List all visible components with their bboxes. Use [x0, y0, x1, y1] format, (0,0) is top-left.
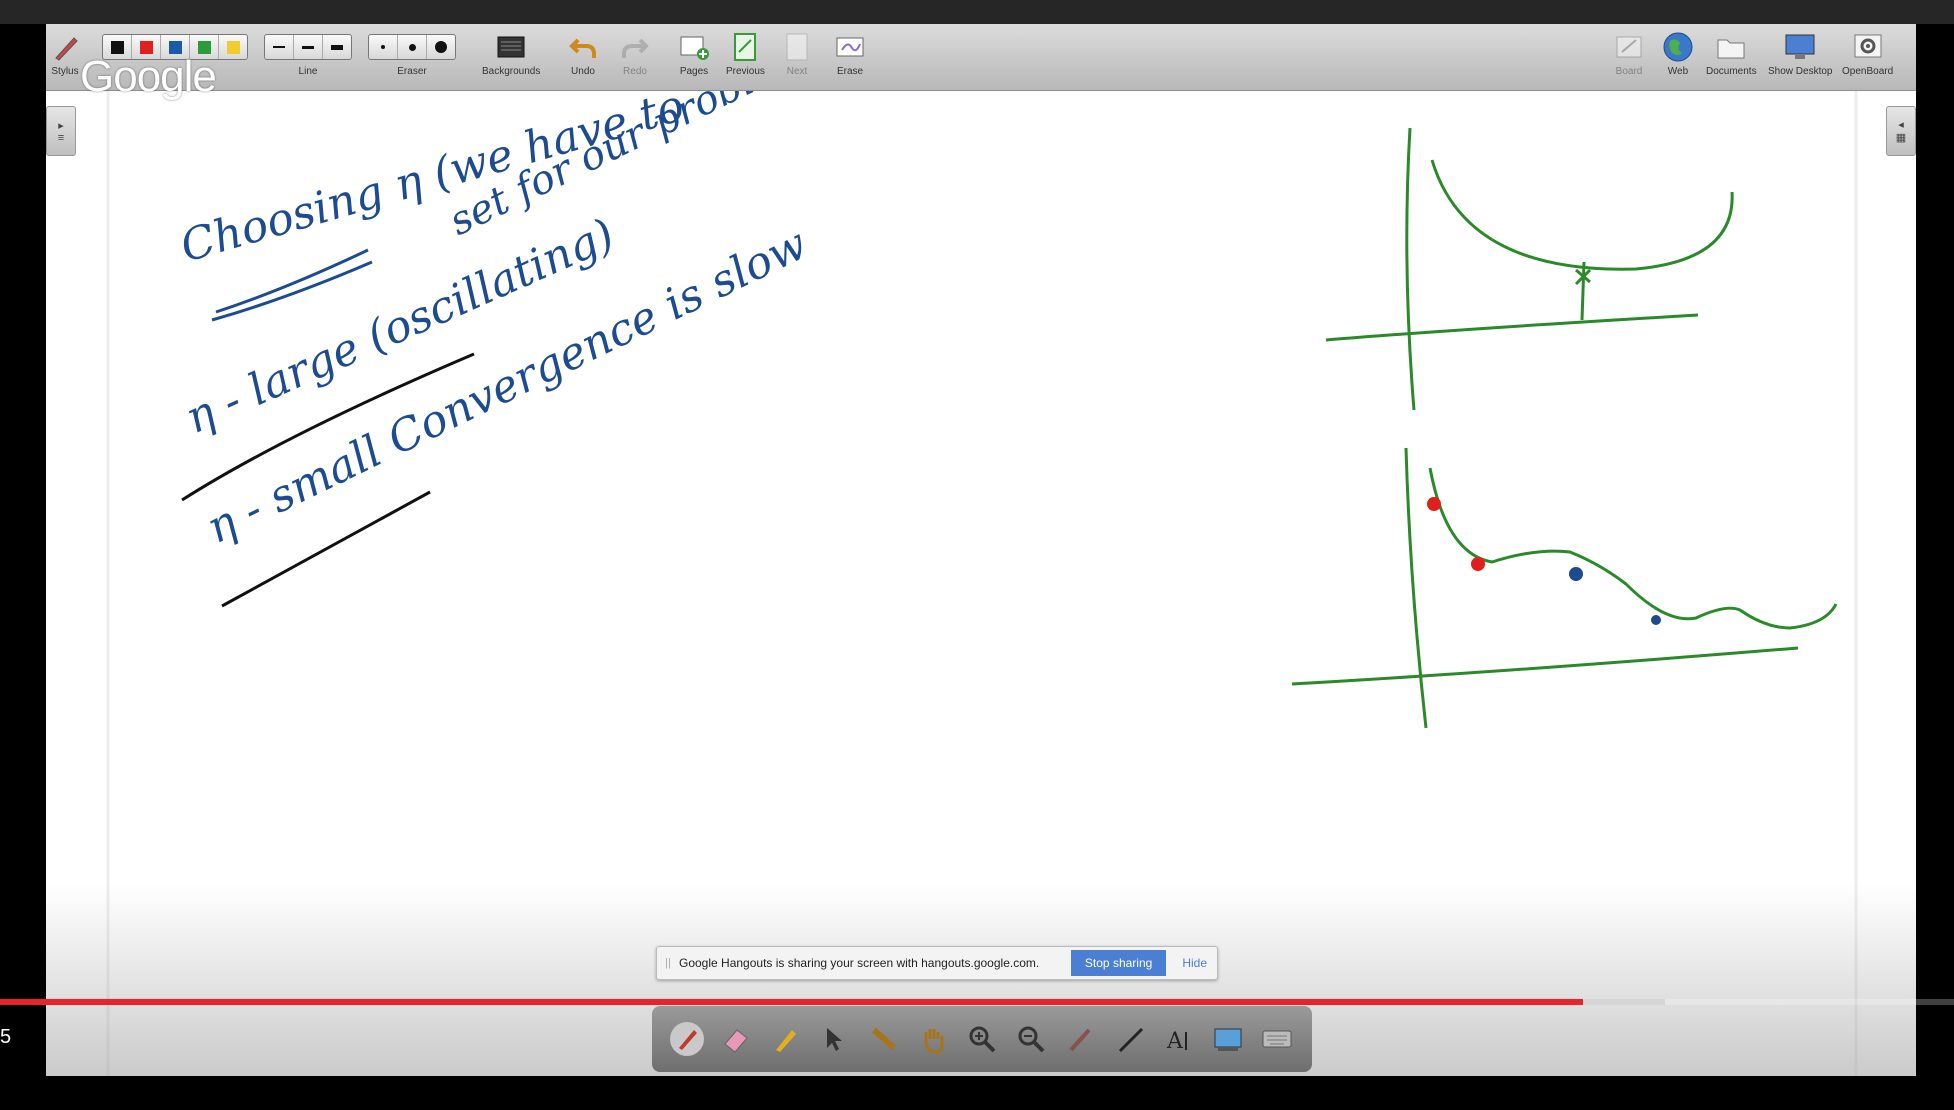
laser-icon [872, 1027, 897, 1051]
hand-tool[interactable] [913, 1019, 953, 1059]
folder-icon [1717, 39, 1745, 59]
eraser-large[interactable] [427, 35, 455, 59]
hide-button[interactable]: Hide [1172, 956, 1217, 970]
desktop-icon [1785, 34, 1815, 59]
pen-icon [669, 1022, 704, 1056]
zoom-out-icon [1018, 1026, 1045, 1053]
erase-icon [836, 37, 864, 57]
backgrounds-icon [497, 36, 525, 58]
previous-page-button[interactable]: Previous [726, 28, 765, 78]
marker-tool[interactable] [765, 1019, 805, 1059]
line-thick[interactable] [323, 35, 351, 59]
library-icon: ▦ [1895, 132, 1907, 144]
zoom-out-tool[interactable] [1011, 1019, 1051, 1059]
eraser-icon [724, 1029, 748, 1053]
openboard-menu-button[interactable]: OpenBoard [1842, 28, 1893, 78]
laser-tool[interactable] [863, 1019, 903, 1059]
line-width-picker[interactable]: Line [264, 28, 352, 78]
web-button[interactable]: Web [1662, 28, 1694, 78]
text-tool[interactable]: A [1159, 1019, 1199, 1059]
svg-text:A: A [1166, 1029, 1184, 1054]
video-progress-bar[interactable] [0, 999, 1954, 1005]
erase-button[interactable]: Erase [834, 28, 866, 78]
eraser-medium[interactable] [398, 35, 427, 59]
board-mode-button[interactable]: Board [1614, 28, 1644, 78]
pages-icon [680, 36, 709, 60]
screen-share-notice: || Google Hangouts is sharing your scree… [656, 946, 1218, 980]
drawing-tools-dock: A [652, 1006, 1312, 1072]
board-icon [1616, 36, 1642, 58]
right-panel-toggle[interactable]: ◂ ▦ [1886, 106, 1916, 156]
color-yellow[interactable] [219, 35, 247, 59]
handwritten-notes: Choosing η (we have to set for our probl… [175, 24, 831, 554]
red-point-1 [1427, 497, 1441, 511]
red-point-2 [1471, 557, 1485, 571]
convex-curve-plot [1325, 127, 1734, 411]
backgrounds-button[interactable]: Backgrounds [482, 28, 540, 78]
line-thin[interactable] [265, 35, 294, 59]
show-desktop-button[interactable]: Show Desktop [1768, 28, 1832, 78]
text-icon: A [1166, 1029, 1187, 1054]
capture-tool[interactable] [1208, 1019, 1248, 1059]
stylus-tool[interactable]: Stylus [50, 28, 80, 78]
keyboard-tool[interactable] [1257, 1019, 1297, 1059]
line-icon [1118, 1027, 1143, 1053]
capture-icon [1214, 1028, 1242, 1051]
openboard-toolbar: Stylus Line Eraser Backgrounds Undo Redo… [46, 24, 1916, 91]
gear-icon [1854, 34, 1882, 58]
played-bar [0, 999, 1583, 1005]
selector-tool[interactable] [814, 1019, 854, 1059]
eraser-tool[interactable] [716, 1019, 756, 1059]
eraser-size-picker[interactable]: Eraser [368, 28, 456, 78]
blue-point-1 [1569, 567, 1583, 581]
pages-button[interactable]: Pages [678, 28, 710, 78]
line-tool[interactable] [1110, 1019, 1150, 1059]
color-picker-tool[interactable] [1060, 1019, 1100, 1059]
stylus-icon [55, 37, 78, 61]
left-panel-toggle[interactable]: ▸ ≡ [46, 106, 76, 156]
zoom-in-tool[interactable] [962, 1019, 1002, 1059]
marker-icon [776, 1030, 797, 1052]
page-list-icon: ≡ [57, 131, 65, 144]
google-watermark: Google [80, 52, 217, 101]
picker-icon [1069, 1028, 1091, 1052]
keyboard-icon [1262, 1030, 1292, 1048]
expand-right-icon: ▸ [58, 119, 64, 132]
pen-tool[interactable] [667, 1019, 707, 1059]
zoom-in-icon [969, 1026, 996, 1053]
drag-handle-icon[interactable]: || [661, 957, 675, 969]
undo-button[interactable]: Undo [568, 28, 598, 78]
nonconvex-curve-plot [1291, 447, 1838, 729]
blue-point-2 [1651, 615, 1661, 625]
eraser-small[interactable] [369, 35, 398, 59]
undo-icon [569, 38, 596, 58]
share-message: Google Hangouts is sharing your screen w… [679, 956, 1040, 970]
line-medium[interactable] [294, 35, 323, 59]
expand-left-icon: ◂ [1898, 119, 1904, 131]
pointer-icon [827, 1028, 843, 1051]
video-time: 5 [0, 1026, 12, 1048]
globe-icon [1663, 32, 1693, 62]
documents-button[interactable]: Documents [1706, 28, 1757, 78]
hand-icon [924, 1029, 944, 1054]
top-bar [0, 0, 1954, 24]
previous-page-icon [734, 33, 757, 61]
openboard-window: Choosing η (we have to set for our probl… [46, 24, 1916, 1076]
stop-sharing-button[interactable]: Stop sharing [1070, 950, 1167, 976]
redo-icon [622, 38, 649, 58]
next-page-button[interactable]: Next [782, 28, 812, 78]
next-page-icon [786, 33, 808, 61]
redo-button[interactable]: Redo [620, 28, 650, 78]
